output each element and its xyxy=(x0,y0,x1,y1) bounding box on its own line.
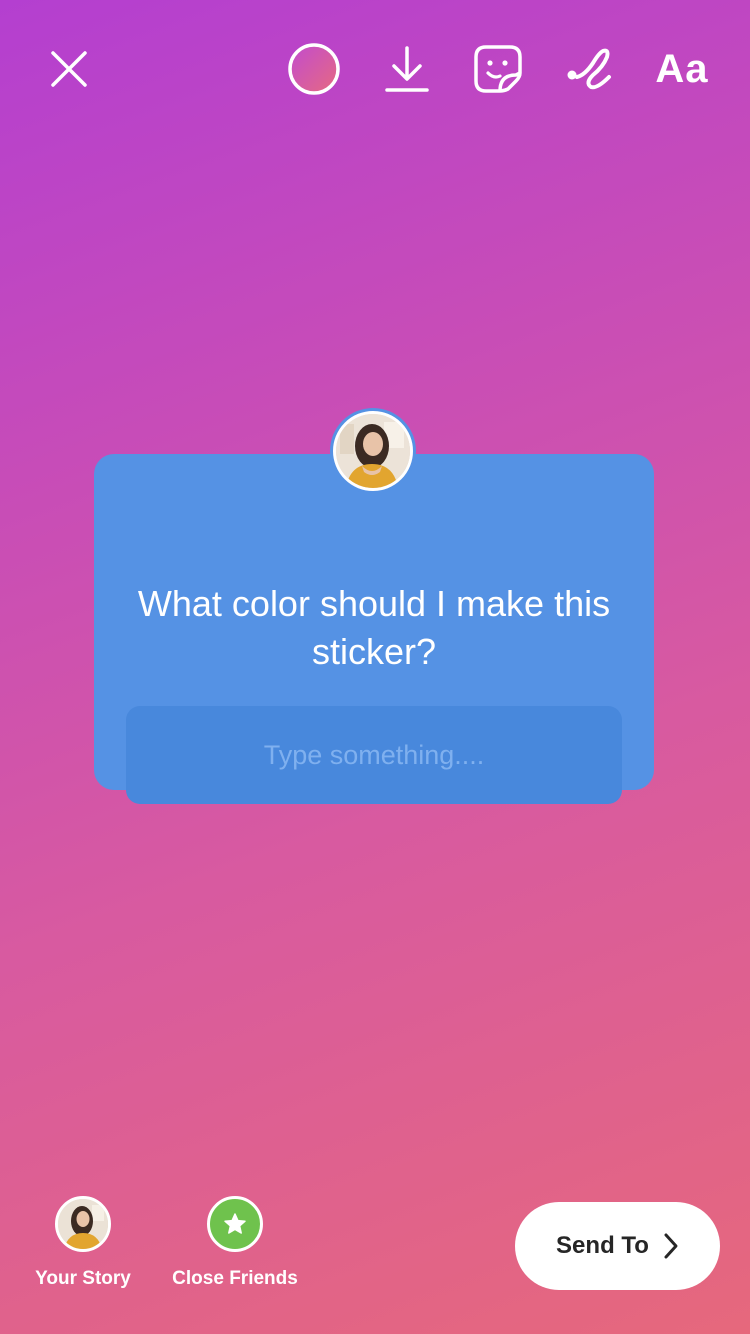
send-to-button[interactable]: Send To xyxy=(515,1202,720,1290)
star-icon xyxy=(224,1213,246,1234)
share-bar: Your Story Close Friends Send To xyxy=(0,1180,750,1334)
color-picker-button[interactable] xyxy=(285,40,343,98)
close-friends-badge xyxy=(207,1196,263,1252)
story-toolbar: Aa xyxy=(0,0,750,140)
save-button[interactable] xyxy=(378,40,436,98)
close-icon xyxy=(51,51,87,87)
send-to-label: Send To xyxy=(556,1232,649,1259)
close-button[interactable] xyxy=(40,40,98,98)
question-sticker[interactable]: What color should I make this sticker? T… xyxy=(94,408,654,804)
sticker-button[interactable] xyxy=(469,40,527,98)
response-input[interactable]: Type something.... xyxy=(126,706,622,804)
close-friends-label: Close Friends xyxy=(172,1268,298,1289)
your-story-avatar xyxy=(55,1196,111,1252)
sticker-avatar-photo xyxy=(333,411,413,491)
close-friends-button[interactable]: Close Friends xyxy=(160,1196,310,1290)
sticker-icon xyxy=(474,45,522,93)
color-picker-icon xyxy=(288,43,340,95)
draw-button[interactable] xyxy=(561,40,619,98)
sticker-avatar xyxy=(330,408,416,494)
your-story-button[interactable]: Your Story xyxy=(24,1196,142,1290)
draw-icon xyxy=(567,48,611,90)
text-tool-button[interactable]: Aa xyxy=(650,40,714,98)
chevron-right-icon xyxy=(664,1233,678,1259)
question-sticker-card: What color should I make this sticker? T… xyxy=(94,454,654,804)
your-story-label: Your Story xyxy=(35,1268,131,1289)
text-tool-label: Aa xyxy=(655,46,709,91)
download-icon xyxy=(385,46,429,92)
question-text: What color should I make this sticker? xyxy=(137,583,611,672)
